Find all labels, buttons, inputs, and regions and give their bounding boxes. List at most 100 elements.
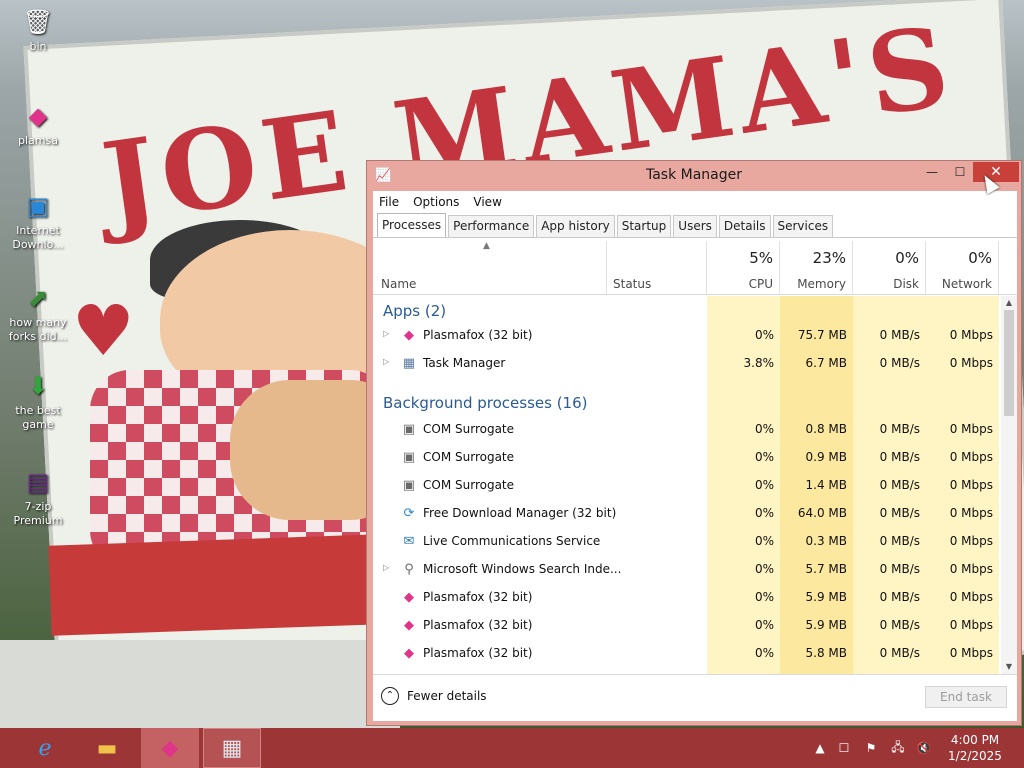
process-disk: 0 MB/s: [879, 422, 920, 436]
file-explorer-icon[interactable]: ▬: [78, 728, 136, 768]
action-center-flag-icon[interactable]: ⚑: [862, 728, 880, 768]
tab-app-history[interactable]: App history: [536, 215, 615, 237]
memory-label: Memory: [797, 277, 846, 291]
process-cpu: 0%: [754, 328, 774, 342]
task-manager-window: 📈 Task Manager — ☐ ✕ File Options View P…: [366, 160, 1022, 726]
process-cpu: 0%: [754, 646, 774, 660]
desktop-icon-bin[interactable]: 🗑 bin: [0, 6, 76, 54]
vertical-scrollbar[interactable]: ▲ ▼: [1001, 296, 1017, 674]
show-hidden-icons-icon[interactable]: ▲: [812, 728, 828, 768]
process-row[interactable]: ▣ COM Surrogate 0% 0.9 MB 0 MB/s 0 Mbps: [373, 444, 1003, 472]
chevron-up-icon[interactable]: ⌃: [381, 687, 399, 705]
desktop-icon-label: how many forks did...: [8, 316, 68, 343]
process-list: Apps (2) Background processes (16) ▷ ◆ Pla…: [373, 296, 1003, 674]
column-header-cpu[interactable]: 5% CPU: [707, 241, 780, 295]
process-memory: 1.4 MB: [805, 478, 847, 492]
footer: ⌃ Fewer details End task: [373, 674, 1017, 721]
process-memory: 0.9 MB: [805, 450, 847, 464]
memory-total-percent: 23%: [812, 249, 846, 267]
column-name-label: Name: [381, 277, 417, 291]
process-cpu: 0%: [754, 422, 774, 436]
system-clock[interactable]: 4:00 PM 1/2/2025: [940, 732, 1010, 764]
process-row[interactable]: ▣ COM Surrogate 0% 0.8 MB 0 MB/s 0 Mbps: [373, 416, 1003, 444]
expand-chevron-icon[interactable]: ▷: [383, 563, 389, 572]
tab-processes[interactable]: Processes: [377, 213, 447, 237]
process-disk: 0 MB/s: [879, 356, 920, 370]
process-disk: 0 MB/s: [879, 590, 920, 604]
minimize-button[interactable]: —: [919, 162, 945, 182]
process-cpu: 0%: [754, 450, 774, 464]
tab-services[interactable]: Services: [772, 215, 834, 237]
scroll-thumb[interactable]: [1004, 310, 1014, 416]
task-manager-icon[interactable]: ▦: [203, 728, 261, 768]
disk-total-percent: 0%: [895, 249, 919, 267]
tab-details[interactable]: Details: [718, 215, 771, 237]
desktop-icon-7zip[interactable]: ▤ 7-zip Premium: [0, 466, 76, 528]
internet-explorer-icon[interactable]: ℯ: [16, 728, 74, 768]
download-manager-icon: ⟳: [403, 506, 415, 521]
column-header-disk[interactable]: 0% Disk: [853, 241, 926, 295]
process-network: 0 Mbps: [949, 478, 993, 492]
desktop-icon-best-game[interactable]: ⬇ the best game: [0, 370, 76, 432]
end-task-button[interactable]: End task: [925, 686, 1007, 708]
process-row[interactable]: ▷ ⚲ Microsoft Windows Search Inde... 0% 5.7 …: [373, 556, 1003, 584]
process-network: 0 Mbps: [949, 618, 993, 632]
notification-icon[interactable]: ☐: [836, 728, 852, 768]
process-cpu: 0%: [754, 534, 774, 548]
network-icon[interactable]: 🖧: [888, 728, 908, 768]
column-header-network[interactable]: 0% Network: [926, 241, 999, 295]
process-row[interactable]: ◆ Plasmafox (32 bit) 0% 5.9 MB 0 MB/s 0 Mbps: [373, 584, 1003, 612]
process-disk: 0 MB/s: [879, 450, 920, 464]
plasmafox-icon: ◆: [404, 328, 414, 343]
desktop-icon-label: 7-zip Premium: [13, 500, 63, 527]
process-row[interactable]: ✉ Live Communications Service 0% 0.3 MB 0 MB…: [373, 528, 1003, 556]
desktop-icon-forks[interactable]: ⬈ how many forks did...: [0, 282, 76, 344]
plasmafox-icon: ◆: [404, 590, 414, 605]
desktop-icon-plamsa[interactable]: ◆ plamsa: [0, 100, 76, 148]
process-memory: 6.7 MB: [805, 356, 847, 370]
menu-view[interactable]: View: [473, 195, 501, 209]
scroll-up-icon[interactable]: ▲: [1001, 296, 1017, 310]
process-row[interactable]: ▷ ▦ Task Manager 3.8% 6.7 MB 0 MB/s 0 Mbps: [373, 350, 1003, 378]
process-cpu: 0%: [754, 590, 774, 604]
cpu-label: CPU: [748, 277, 773, 291]
process-row[interactable]: ▷ ◆ Plasmafox (32 bit) 0% 75.7 MB 0 MB/s 0 Mbp…: [373, 322, 1003, 350]
plasmafox-icon: ◆: [404, 646, 414, 661]
desktop-icon-internet-download[interactable]: ▣ Internet Downlo...: [0, 190, 76, 252]
clock-time: 4:00 PM: [950, 733, 1000, 747]
fewer-details-link[interactable]: Fewer details: [407, 689, 487, 703]
wallpaper-heart-icon: ♥: [72, 290, 135, 372]
expand-chevron-icon[interactable]: ▷: [383, 357, 389, 366]
tab-performance[interactable]: Performance: [448, 215, 535, 237]
menu-options[interactable]: Options: [413, 195, 459, 209]
column-header-row: ▲ Name Status 5% CPU 23% Memory 0% Disk …: [373, 241, 1017, 295]
search-indexer-icon: ⚲: [404, 562, 414, 577]
tab-divider: [373, 237, 1017, 238]
tab-startup[interactable]: Startup: [616, 215, 672, 237]
cpu-total-percent: 5%: [749, 249, 773, 267]
process-row[interactable]: ◆ Plasmafox (32 bit) 0% 5.8 MB 0 MB/s 0 Mbps: [373, 640, 1003, 668]
menu-file[interactable]: File: [379, 195, 399, 209]
window-icon: ▣: [402, 422, 416, 437]
title-bar[interactable]: 📈 Task Manager — ☐ ✕: [367, 161, 1021, 191]
column-header-name[interactable]: ▲ Name: [373, 241, 607, 295]
column-header-memory[interactable]: 23% Memory: [780, 241, 853, 295]
shortcut-icon: ⬈: [27, 284, 49, 312]
process-name: Plasmafox (32 bit): [423, 328, 533, 342]
process-disk: 0 MB/s: [879, 328, 920, 342]
game-icon: ⬇: [27, 372, 49, 400]
process-disk: 0 MB/s: [879, 506, 920, 520]
process-row[interactable]: ◆ Plasmafox (32 bit) 0% 5.9 MB 0 MB/s 0 Mbps: [373, 612, 1003, 640]
process-row[interactable]: ▣ COM Surrogate 0% 1.4 MB 0 MB/s 0 Mbps: [373, 472, 1003, 500]
process-row[interactable]: ⟳ Free Download Manager (32 bit) 0% 64.0 MB…: [373, 500, 1003, 528]
plasmafox-icon[interactable]: ◆: [141, 728, 199, 768]
volume-muted-icon[interactable]: 🔇: [914, 728, 934, 768]
process-memory: 5.9 MB: [805, 590, 847, 604]
maximize-button[interactable]: ☐: [947, 162, 973, 182]
scroll-down-icon[interactable]: ▼: [1001, 660, 1017, 674]
sort-up-icon: ▲: [483, 241, 490, 251]
tab-users[interactable]: Users: [673, 215, 717, 237]
column-header-status[interactable]: Status: [607, 241, 707, 295]
expand-chevron-icon[interactable]: ▷: [383, 329, 389, 338]
column-status-label: Status: [613, 277, 652, 291]
